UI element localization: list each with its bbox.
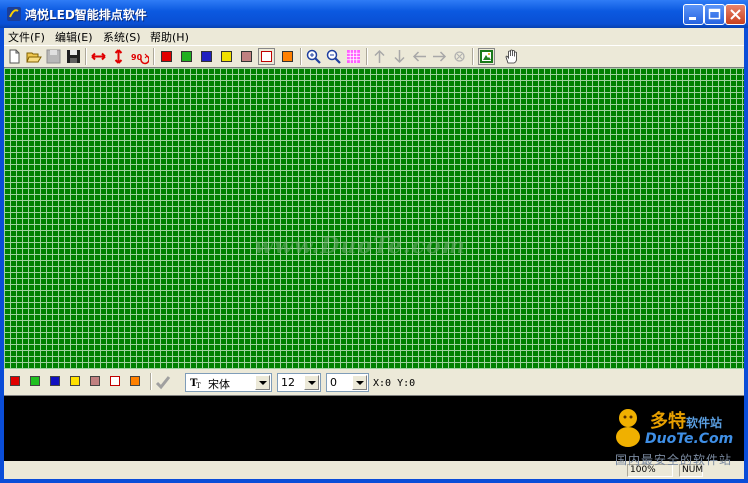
chevron-down-icon[interactable] [352,375,367,390]
app-window: 鸿悦LED智能排点软件 文件(F) 编辑(E) 系统(S) 帮助(H) 90 w… [0,0,748,483]
arrow-right-icon[interactable] [431,48,448,65]
logo-line-3: 国内最安全的软件站 [615,453,733,467]
menu-bar: 文件(F) 编辑(E) 系统(S) 帮助(H) [4,28,744,44]
minimize-button[interactable] [683,4,704,25]
duote-logo: 多特软件站 DuoTe.Com 国内最安全的软件站 [605,405,745,475]
arrow-down-icon[interactable] [391,48,408,65]
color-blue-button[interactable] [50,376,60,386]
font-size-value: 12 [281,376,295,389]
color-green-button[interactable] [30,376,40,386]
menu-edit[interactable]: 编辑(E) [55,29,93,45]
swatch-white-icon[interactable] [258,48,275,65]
menu-help[interactable]: 帮助(H) [150,29,189,45]
color-pink-button[interactable] [90,376,100,386]
swatch-green-icon[interactable] [178,48,195,65]
color-white-button[interactable] [110,376,120,386]
chevron-down-icon[interactable] [255,375,270,390]
font-size-dropdown[interactable]: 12 [277,373,321,392]
coordinate-readout: X:0 Y:0 [373,378,416,389]
swatch-orange-icon[interactable] [279,48,296,65]
save-icon[interactable] [65,48,82,65]
font-name-value: 宋体 [208,378,230,391]
color-red-button[interactable] [10,376,20,386]
svg-text:T: T [196,382,201,389]
swatch-yellow-icon[interactable] [218,48,235,65]
toolbar-separator [366,48,368,65]
title-bar[interactable]: 鸿悦LED智能排点软件 [0,0,748,28]
color-yellow-button[interactable] [70,376,80,386]
led-grid-canvas[interactable]: www.DuoTe.com [4,67,744,369]
chevron-down-icon[interactable] [304,375,319,390]
grid-icon[interactable] [345,48,362,65]
swatch-red-icon[interactable] [158,48,175,65]
spacing-value: 0 [330,376,337,389]
arrow-up-icon[interactable] [371,48,388,65]
mascot-icon [616,409,640,447]
image-icon[interactable] [478,48,495,65]
swatch-pink-icon[interactable] [238,48,255,65]
hand-icon[interactable] [503,48,520,65]
logo-line-2: DuoTe.Com [645,431,734,447]
font-name-dropdown[interactable]: T T 宋体 [185,373,272,392]
font-icon: T T [190,378,201,389]
swatch-blue-icon[interactable] [198,48,215,65]
stretch-vertical-icon[interactable] [110,48,127,65]
open-folder-icon[interactable] [25,48,42,65]
text-toolbar: T T 宋体 12 0 X:0 Y:0 [4,369,744,395]
window-title: 鸿悦LED智能排点软件 [25,8,147,22]
stretch-horizontal-icon[interactable] [90,48,107,65]
new-file-icon[interactable] [6,48,23,65]
maximize-button[interactable] [704,4,725,25]
close-button[interactable] [725,4,746,25]
rotate-90-icon[interactable]: 90 [130,48,150,65]
toolbar-separator [153,48,155,65]
color-orange-button[interactable] [130,376,140,386]
save-disabled-icon[interactable] [45,48,62,65]
checkmark-icon[interactable] [154,374,172,391]
toolbar-separator [85,48,87,65]
toolbar-separator [300,48,302,65]
zoom-out-icon[interactable] [325,48,342,65]
watermark: www.DuoTe.com [254,233,466,259]
app-icon [7,7,21,21]
logo-line-1: 多特软件站 [650,411,723,432]
stop-icon[interactable] [451,48,468,65]
toolbar-separator [472,48,474,65]
zoom-in-icon[interactable] [305,48,322,65]
menu-file[interactable]: 文件(F) [8,29,45,45]
main-toolbar: 90 [4,45,744,68]
menu-system[interactable]: 系统(S) [103,29,141,45]
arrow-left-icon[interactable] [411,48,428,65]
spacing-dropdown[interactable]: 0 [326,373,369,392]
toolbar-separator [150,373,152,390]
